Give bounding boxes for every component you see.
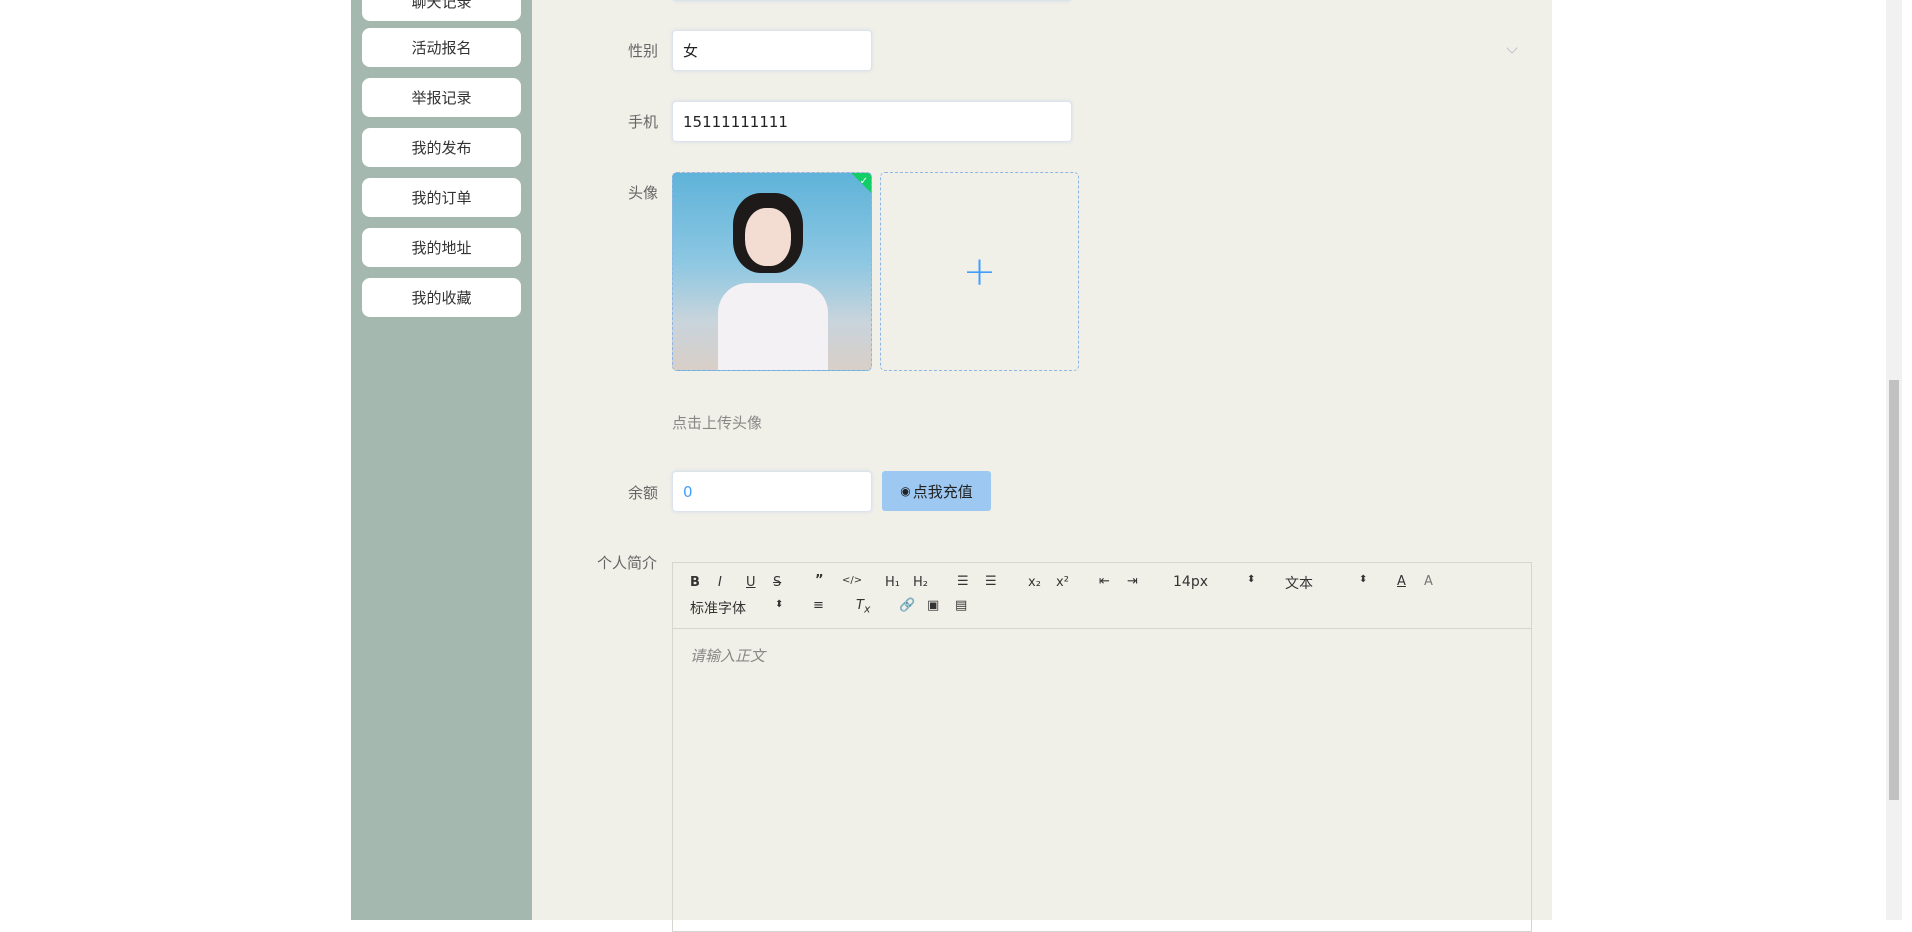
recharge-label: 点我充值 xyxy=(912,482,973,501)
font-size-arrows-icon: ⬍ xyxy=(1247,574,1256,585)
recharge-icon: ◉ xyxy=(900,484,911,498)
rich-text-editor: B I U S ” </> H₁ H₂ ☰ ☰ x₂ x² ⇤ ⇥ 14px ⬍… xyxy=(672,562,1532,932)
superscript-icon[interactable]: x² xyxy=(1056,575,1069,590)
italic-icon[interactable]: I xyxy=(718,575,722,590)
gender-select[interactable]: 女 xyxy=(672,30,872,71)
previous-field[interactable] xyxy=(672,0,1072,1)
sidebar: 聊天记录 活动报名 举报记录 我的发布 我的订单 我的地址 我的收藏 xyxy=(351,0,532,920)
phone-input[interactable]: 15111111111 xyxy=(672,101,1072,142)
font-family-select[interactable]: 标准字体 xyxy=(690,598,746,618)
avatar-image[interactable]: ✓ xyxy=(672,172,872,371)
gender-label: 性别 xyxy=(628,42,659,60)
intro-label: 个人简介 xyxy=(597,554,658,572)
indent-icon[interactable]: ⇥ xyxy=(1127,574,1138,589)
balance-input[interactable]: 0 xyxy=(672,471,872,512)
bullet-list-icon[interactable]: ☰ xyxy=(985,574,997,589)
clear-format-icon[interactable]: Tx xyxy=(856,598,870,616)
blockquote-icon[interactable]: ” xyxy=(815,573,824,588)
h2-icon[interactable]: H₂ xyxy=(913,575,928,590)
block-select[interactable]: 文本 xyxy=(1285,573,1313,593)
font-family-arrows-icon: ⬍ xyxy=(775,599,784,610)
sidebar-item-my-address[interactable]: 我的地址 xyxy=(362,228,521,267)
recharge-button[interactable]: ◉ 点我充值 xyxy=(882,471,991,511)
background-color-icon[interactable]: A xyxy=(1424,574,1433,589)
code-icon[interactable]: </> xyxy=(842,575,862,586)
align-icon[interactable]: ≡ xyxy=(813,598,824,613)
link-icon[interactable]: 🔗 xyxy=(899,598,915,613)
sidebar-item-chat-records[interactable]: 聊天记录 xyxy=(362,0,521,21)
sidebar-item-my-orders[interactable]: 我的订单 xyxy=(362,178,521,217)
scrollbar[interactable] xyxy=(1886,0,1902,920)
plus-icon: + xyxy=(962,248,997,295)
sidebar-item-my-posts[interactable]: 我的发布 xyxy=(362,128,521,167)
strike-icon[interactable]: S xyxy=(773,575,781,590)
phone-label: 手机 xyxy=(628,113,659,131)
avatar-photo-shirt xyxy=(718,283,828,370)
sidebar-item-activity-signup[interactable]: 活动报名 xyxy=(362,28,521,67)
avatar-photo-face xyxy=(745,208,791,266)
balance-label: 余额 xyxy=(628,484,659,502)
image-icon[interactable]: ▣ xyxy=(927,598,939,613)
outdent-icon[interactable]: ⇤ xyxy=(1099,574,1110,589)
font-color-icon[interactable]: A xyxy=(1397,574,1406,589)
avatar-label: 头像 xyxy=(628,184,659,202)
subscript-icon[interactable]: x₂ xyxy=(1028,575,1041,590)
underline-icon[interactable]: U xyxy=(746,575,756,590)
scrollbar-thumb[interactable] xyxy=(1889,380,1899,800)
check-icon: ✓ xyxy=(859,176,868,187)
ordered-list-icon[interactable]: ☰ xyxy=(957,574,969,589)
block-arrows-icon: ⬍ xyxy=(1359,574,1368,585)
avatar-upload-button[interactable]: + xyxy=(880,172,1079,371)
toolbar-divider xyxy=(673,628,1531,629)
sidebar-item-reports[interactable]: 举报记录 xyxy=(362,78,521,117)
h1-icon[interactable]: H₁ xyxy=(885,575,900,590)
sidebar-item-my-favorites[interactable]: 我的收藏 xyxy=(362,278,521,317)
editor-content[interactable]: 请输入正文 xyxy=(690,645,765,666)
avatar-hint: 点击上传头像 xyxy=(672,414,763,432)
font-size-select[interactable]: 14px xyxy=(1173,574,1208,590)
bold-icon[interactable]: B xyxy=(690,575,700,590)
video-icon[interactable]: ▤ xyxy=(955,598,967,613)
